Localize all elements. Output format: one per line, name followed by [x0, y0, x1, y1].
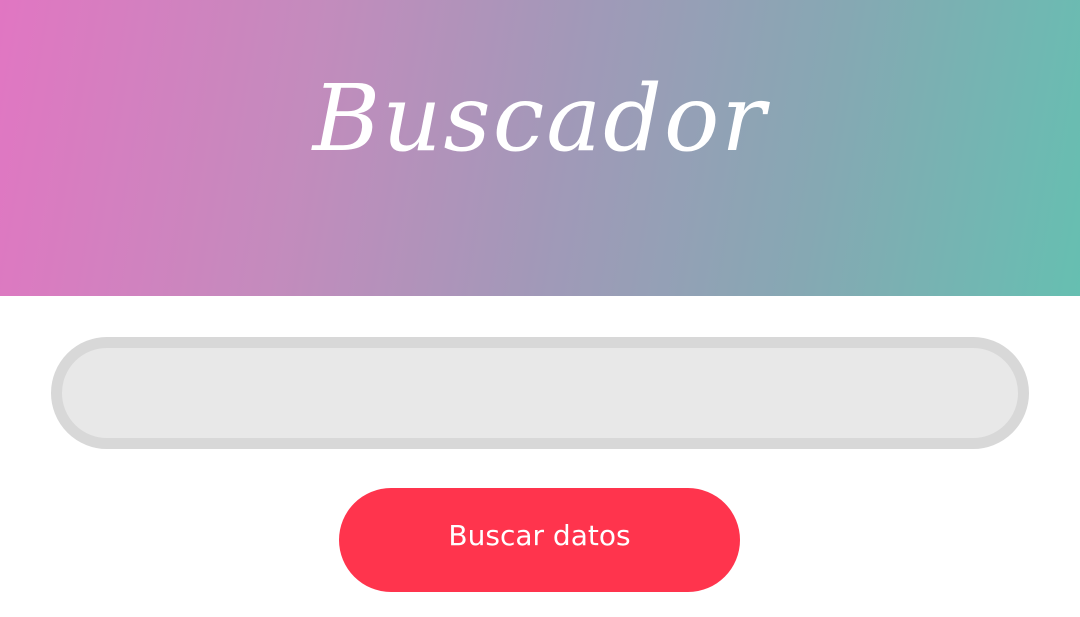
page-title: Buscador: [312, 65, 768, 173]
search-button[interactable]: Buscar datos: [339, 488, 740, 592]
header-banner: Buscador: [0, 0, 1080, 296]
search-field-container[interactable]: [51, 337, 1029, 449]
search-input[interactable]: [102, 362, 978, 424]
